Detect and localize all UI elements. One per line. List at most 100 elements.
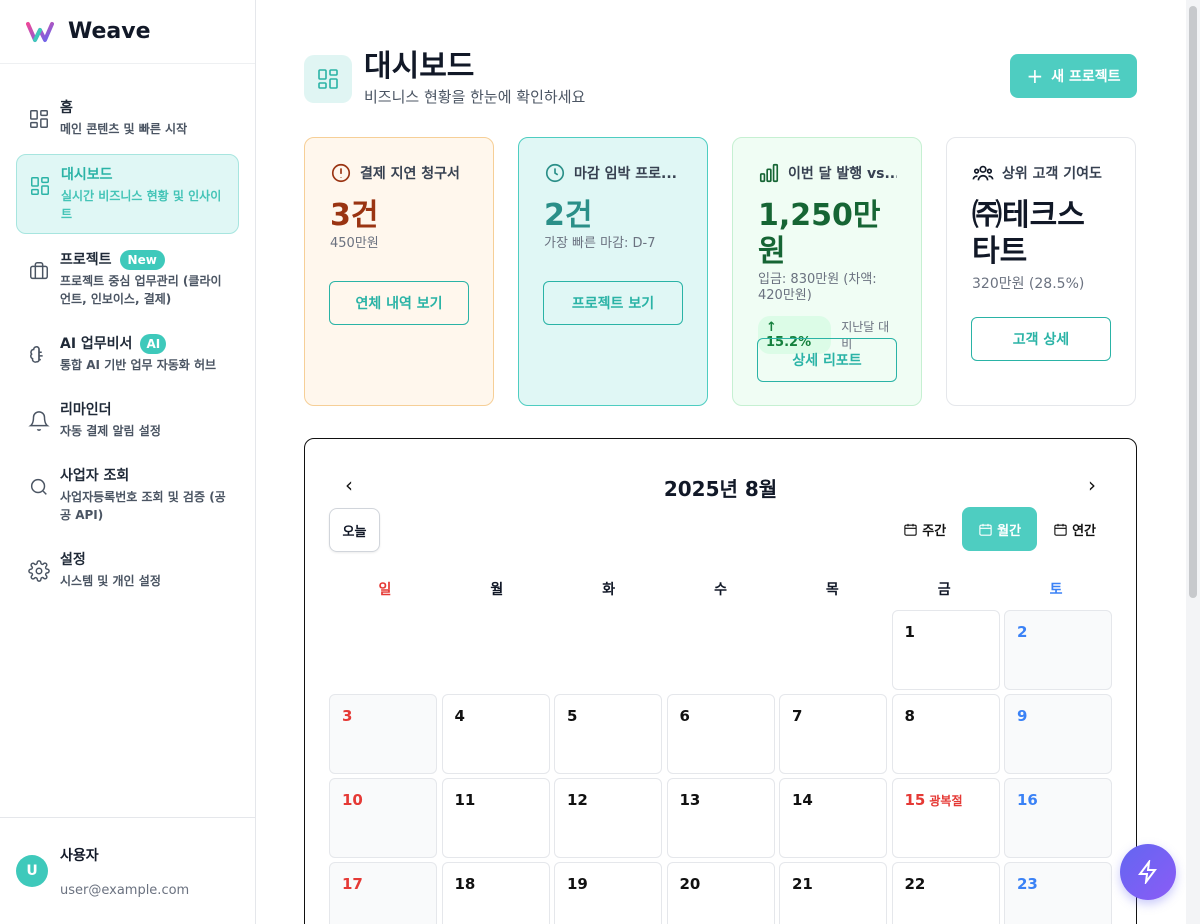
calendar-empty-cell	[667, 610, 775, 690]
calendar-day-cell[interactable]: 5	[554, 694, 662, 774]
calendar-day-cell[interactable]: 10	[329, 778, 437, 858]
calendar-day-cell[interactable]: 23	[1004, 862, 1112, 924]
sidebar-item-title: 사업자 조회	[60, 468, 130, 484]
sidebar-item-title: AI 업무비서 AI	[60, 334, 227, 354]
view-projects-button[interactable]: 프로젝트 보기	[543, 281, 683, 325]
day-number: 9	[1017, 707, 1028, 725]
day-number: 22	[904, 875, 926, 893]
calendar-day-cell[interactable]: 1	[891, 610, 1000, 690]
weekday-label: 화	[602, 582, 616, 598]
calendar-day-cell[interactable]: 7	[779, 694, 887, 774]
calendar-day-cell[interactable]: 8	[891, 694, 1000, 774]
brand[interactable]: Weave	[0, 0, 255, 64]
user-profile[interactable]: U 사용자 user@example.com	[0, 817, 255, 924]
card-title: 결제 지연 청구서	[360, 166, 460, 182]
plus-icon: +	[1026, 64, 1044, 88]
page-scrollbar[interactable]	[1186, 0, 1200, 924]
sidebar-item-ai-assistant[interactable]: AI 업무비서 AI 통합 AI 기반 업무 자동화 허브	[16, 324, 239, 384]
calendar-day-cell[interactable]: 16	[1004, 778, 1112, 858]
sidebar-item-settings[interactable]: 설정 시스템 및 개인 설정	[16, 540, 239, 600]
scroll-thumb[interactable]	[1189, 6, 1197, 598]
weekday-label: 토	[1049, 582, 1063, 598]
grid-icon	[28, 108, 50, 130]
sidebar-item-desc: 프로젝트 중심 업무관리 (클라이언트, 인보이스, 결제)	[60, 274, 222, 306]
calendar-day-cell[interactable]: 9	[1004, 694, 1112, 774]
weave-logo-icon	[26, 21, 54, 42]
calendar-day-cell[interactable]: 11	[441, 778, 550, 858]
card-title: 마감 임박 프로...	[574, 166, 677, 182]
card-title: 이번 달 발행 vs...	[788, 166, 897, 182]
calendar-day-cell[interactable]: 19	[554, 862, 662, 924]
weekday-label: 수	[714, 582, 727, 598]
day-number: 2	[1017, 623, 1028, 641]
weekday-label: 월	[490, 582, 504, 598]
bar-chart-icon	[759, 163, 779, 183]
user-email: user@example.com	[60, 882, 190, 898]
day-number: 7	[792, 707, 803, 725]
sidebar-item-reminder[interactable]: 리마인더 자동 결제 알림 설정	[16, 390, 239, 450]
new-badge: New	[119, 250, 165, 270]
day-number: 13	[679, 791, 701, 809]
day-number: 14	[792, 791, 813, 809]
sidebar-item-title: 리마인더	[60, 402, 112, 418]
calendar-day-cell[interactable]: 21	[779, 862, 887, 924]
calendar-day-cell[interactable]: 15 광복절	[891, 778, 1000, 858]
top-client-card: 상위 고객 기여도 ㈜테크스타트 320만원 (28.5%) 고객 상세	[946, 137, 1136, 406]
day-number: 12	[567, 791, 588, 809]
year-view-button[interactable]: 연간	[1037, 507, 1112, 551]
holiday-label: 광복절	[929, 794, 963, 808]
view-overdue-button[interactable]: 연체 내역 보기	[329, 281, 469, 325]
calendar-day-cell[interactable]: 12	[554, 778, 662, 858]
today-button[interactable]: 오늘	[329, 508, 380, 552]
day-number: 21	[792, 875, 813, 893]
page-header: 대시보드 비즈니스 현황을 한눈에 확인하세요	[304, 50, 585, 107]
detail-report-button[interactable]: 상세 리포트	[757, 338, 897, 382]
sidebar-item-business-lookup[interactable]: 사업자 조회 사업자등록번호 조회 및 검증 (공공 API)	[16, 456, 239, 534]
sidebar-nav: 홈 메인 콘텐츠 및 빠른 시작 대시보드 실시간 비즈니스 현황 및 인사이트…	[0, 64, 255, 600]
calendar-day-cell[interactable]: 13	[666, 778, 775, 858]
clock-icon	[545, 163, 565, 183]
day-number: 6	[679, 707, 690, 725]
summary-cards: 결제 지연 청구서 3건 450만원 연체 내역 보기 마감 임박 프로... …	[304, 137, 1136, 406]
calendar-empty-cell	[554, 610, 662, 690]
calendar-day-cell[interactable]: 14	[779, 778, 887, 858]
calendar-day-cell[interactable]: 18	[441, 862, 550, 924]
chevron-right-icon[interactable]: ›	[1088, 473, 1096, 497]
client-detail-button[interactable]: 고객 상세	[971, 317, 1111, 361]
sidebar-item-dashboard[interactable]: 대시보드 실시간 비즈니스 현황 및 인사이트	[16, 154, 239, 234]
calendar-day-cell[interactable]: 3	[329, 694, 437, 774]
chevron-left-icon[interactable]: ‹	[345, 473, 353, 497]
week-view-button[interactable]: 주간	[887, 507, 962, 551]
calendar-day-cell[interactable]: 20	[666, 862, 775, 924]
new-project-button[interactable]: + 새 프로젝트	[1010, 54, 1137, 98]
day-number: 1	[904, 623, 915, 641]
calendar-icon	[904, 523, 917, 536]
new-project-label: 새 프로젝트	[1051, 69, 1121, 85]
brand-name: Weave	[68, 19, 151, 44]
view-switcher: 주간 월간 연간	[887, 507, 1112, 551]
calendar-title: 2025년 8월	[663, 477, 778, 501]
quick-action-button[interactable]	[1120, 844, 1176, 900]
sidebar-item-desc: 통합 AI 기반 업무 자동화 허브	[60, 358, 217, 372]
card-header: 상위 고객 기여도	[972, 162, 1111, 184]
dashboard-icon	[304, 54, 352, 103]
day-number: 19	[567, 875, 588, 893]
alert-circle-icon	[331, 163, 351, 183]
calendar-day-cell[interactable]: 4	[441, 694, 550, 774]
weekday-label: 목	[825, 582, 839, 598]
calendar-day-cell[interactable]: 22	[891, 862, 1000, 924]
calendar-day-cell[interactable]: 17	[329, 862, 437, 924]
sidebar-item-desc: 사업자등록번호 조회 및 검증 (공공 API)	[60, 490, 226, 522]
calendar-day-cell[interactable]: 6	[666, 694, 775, 774]
sidebar-item-projects[interactable]: 프로젝트 New 프로젝트 중심 업무관리 (클라이언트, 인보이스, 결제)	[16, 240, 239, 318]
sidebar-item-title: 대시보드	[61, 167, 113, 183]
card-sub: 입금: 830만원 (차액: 420만원)	[758, 272, 877, 303]
card-sub: 320만원 (28.5%)	[972, 276, 1085, 292]
sidebar-item-home[interactable]: 홈 메인 콘텐츠 및 빠른 시작	[16, 88, 239, 148]
month-view-button[interactable]: 월간	[962, 507, 1038, 551]
overdue-invoices-card: 결제 지연 청구서 3건 450만원 연체 내역 보기	[304, 137, 494, 406]
weekday-header: 일 월 화 수 목 금 토	[329, 579, 1112, 599]
card-sub: 가장 빠른 마감: D-7	[544, 236, 656, 251]
card-sub: 450만원	[330, 236, 379, 251]
calendar-day-cell[interactable]: 2	[1004, 610, 1112, 690]
